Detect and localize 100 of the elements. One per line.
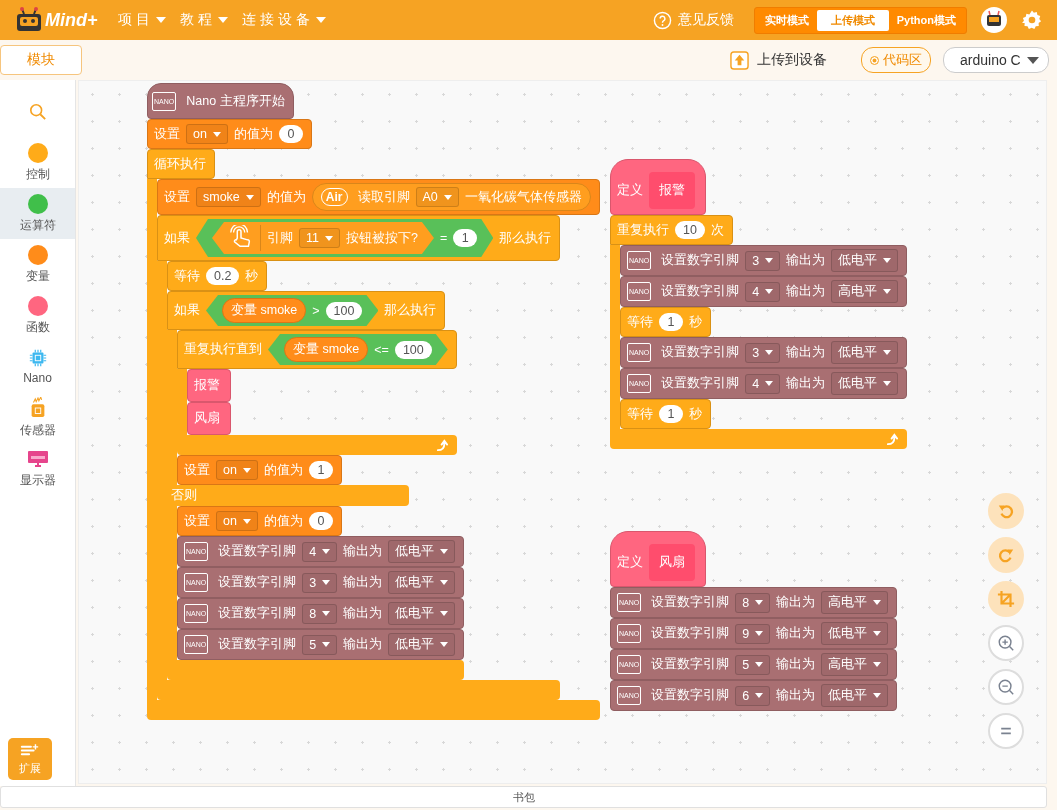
code-block[interactable]: 等待 0.2 秒: [167, 261, 268, 291]
dropdown[interactable]: 8: [302, 603, 338, 624]
number-input[interactable]: 10: [675, 221, 705, 239]
code-block[interactable]: 等待 1 秒: [620, 307, 711, 337]
dropdown[interactable]: on: [216, 511, 258, 531]
device-select[interactable]: arduino C: [943, 47, 1049, 73]
number-input[interactable]: 0: [308, 512, 333, 530]
backpack-bar[interactable]: 书包: [0, 786, 1047, 808]
c-block-top[interactable]: 重复执行直到 变量 smoke <= 100: [177, 330, 457, 369]
dropdown[interactable]: 3: [745, 342, 781, 363]
search-icon: [28, 102, 47, 121]
condition-block[interactable]: 变量 smoke > 100: [206, 295, 379, 326]
condition-block[interactable]: 引脚 11 按钮被按下?: [212, 222, 434, 254]
dropdown[interactable]: 5: [735, 654, 771, 675]
dropdown[interactable]: 低电平: [388, 571, 456, 594]
dropdown[interactable]: on: [216, 460, 258, 480]
reporter-block[interactable]: 变量 smoke: [284, 337, 369, 362]
blocks-tab[interactable]: 模块: [0, 45, 82, 75]
c-block-top[interactable]: 重复执行 10 次: [610, 215, 733, 245]
dropdown[interactable]: 低电平: [388, 633, 456, 656]
reporter-block[interactable]: Air 读取引脚 A0 一氧化碳气体传感器: [311, 183, 591, 211]
block-label: =: [439, 231, 448, 245]
code-block[interactable]: 设置 on 的值为 1: [177, 455, 342, 485]
number-input[interactable]: 0.2: [206, 267, 240, 285]
dropdown[interactable]: 8: [735, 592, 771, 613]
target-icon: [870, 55, 879, 65]
condition-block[interactable]: 变量 smoke <= 100: [268, 334, 448, 365]
code-block[interactable]: 等待 1 秒: [620, 399, 711, 429]
category-item[interactable]: 控制: [0, 137, 75, 188]
number-input[interactable]: 1: [659, 405, 683, 423]
zoom-out-button[interactable]: [988, 669, 1024, 705]
upload-button[interactable]: 上传到设备: [724, 49, 833, 71]
block-label: 设置: [184, 512, 210, 530]
function-call-block[interactable]: 风扇: [187, 402, 231, 435]
avatar-icon[interactable]: [981, 7, 1007, 33]
dropdown[interactable]: 高电平: [831, 280, 899, 303]
dropdown[interactable]: 低电平: [831, 249, 899, 272]
crop-button[interactable]: [988, 581, 1024, 617]
dropdown[interactable]: A0: [415, 187, 459, 207]
code-block[interactable]: 设置 on 的值为 0: [147, 119, 312, 149]
define-block[interactable]: 定义 风扇: [610, 531, 706, 587]
dropdown[interactable]: 3: [745, 250, 781, 271]
category-item[interactable]: 显示器: [0, 443, 75, 494]
dropdown[interactable]: 4: [745, 373, 781, 394]
dropdown[interactable]: smoke: [196, 187, 261, 207]
caret-icon: [873, 693, 882, 698]
function-name-block[interactable]: 报警: [649, 171, 695, 209]
block-label: 等待: [174, 267, 200, 285]
dropdown[interactable]: 5: [302, 634, 338, 655]
dropdown[interactable]: 高电平: [821, 653, 889, 676]
function-call-block[interactable]: 报警: [187, 369, 231, 402]
dropdown[interactable]: 4: [302, 541, 338, 562]
block-label: 的值为: [263, 461, 303, 479]
number-input[interactable]: 1: [453, 229, 478, 247]
mode-tab[interactable]: 上传模式: [816, 9, 889, 31]
category-item[interactable]: 传感器: [0, 392, 75, 443]
loop-arrow-icon: [435, 438, 449, 452]
dropdown[interactable]: on: [186, 124, 228, 144]
code-area-button[interactable]: 代码区: [861, 47, 931, 73]
condition-block[interactable]: 引脚 11 按钮被按下? = 1: [196, 219, 494, 257]
c-block-top[interactable]: 如果 变量 smoke > 100 那么执行: [167, 291, 446, 330]
category-item[interactable]: 函数: [0, 290, 75, 341]
code-block[interactable]: 设置 smoke 的值为 Air 读取引脚 A0 一氧化碳气体传感器: [157, 179, 600, 215]
dropdown[interactable]: 6: [735, 685, 771, 706]
number-input[interactable]: 1: [308, 461, 333, 479]
mode-tab[interactable]: 实时模式: [756, 9, 817, 31]
number-input[interactable]: 0: [278, 125, 303, 143]
dropdown[interactable]: 低电平: [388, 602, 456, 625]
number-input[interactable]: 100: [394, 340, 432, 359]
dropdown[interactable]: 低电平: [821, 622, 889, 645]
settings-icon[interactable]: [1021, 9, 1043, 31]
redo-button[interactable]: [988, 537, 1024, 573]
number-input[interactable]: 100: [325, 301, 363, 320]
reset-zoom-button[interactable]: [988, 713, 1024, 749]
dropdown[interactable]: 低电平: [821, 684, 889, 707]
dropdown[interactable]: 9: [735, 623, 771, 644]
dropdown[interactable]: 低电平: [831, 341, 899, 364]
caret-icon: [315, 17, 326, 23]
dropdown[interactable]: 4: [745, 281, 781, 302]
dropdown[interactable]: 低电平: [831, 372, 899, 395]
mode-tab[interactable]: Python模式: [888, 9, 964, 31]
undo-button[interactable]: [988, 493, 1024, 529]
category-item[interactable]: 运算符: [0, 188, 75, 239]
code-block[interactable]: 设置 on 的值为 0: [177, 506, 342, 536]
define-block[interactable]: 定义 报警: [610, 159, 706, 215]
c-block-top[interactable]: 如果 引脚 11 按钮被按下? = 1 那么执行: [157, 215, 561, 261]
caret-icon: [765, 350, 774, 355]
block-label: 定义: [617, 181, 643, 199]
reporter-block[interactable]: 变量 smoke: [222, 298, 307, 323]
zoom-in-button[interactable]: [988, 625, 1024, 661]
dropdown[interactable]: 低电平: [388, 540, 456, 563]
category-item[interactable]: 变量: [0, 239, 75, 290]
dropdown[interactable]: 11: [299, 228, 340, 248]
block-label: 输出为: [786, 344, 826, 361]
function-name-block[interactable]: 风扇: [649, 543, 695, 581]
category-item[interactable]: Nano: [0, 341, 75, 392]
number-input[interactable]: 1: [659, 313, 683, 331]
dropdown[interactable]: 3: [302, 572, 338, 593]
dropdown[interactable]: 高电平: [821, 591, 889, 614]
block-label: 如果: [164, 229, 190, 247]
